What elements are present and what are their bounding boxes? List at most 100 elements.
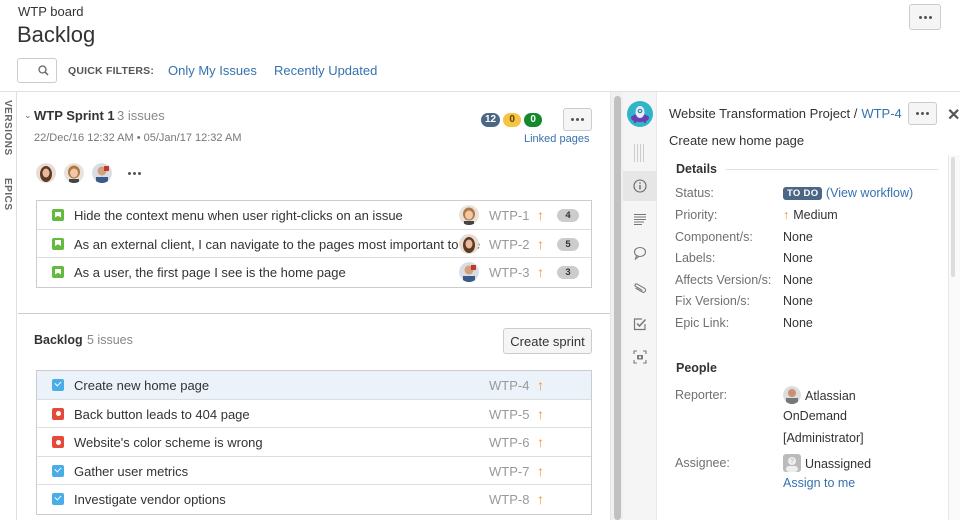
issue-key[interactable]: WTP-6 xyxy=(489,435,529,450)
issue-title[interactable]: Create new home page xyxy=(669,133,804,148)
issue-row[interactable]: Investigate vendor options WTP-8 ↑ xyxy=(37,485,591,514)
search-input[interactable] xyxy=(17,58,57,83)
breadcrumb: Website Transformation Project / WTP-4 xyxy=(669,106,902,121)
issue-row[interactable]: Gather user metrics WTP-7 ↑ xyxy=(37,456,591,485)
chevron-down-icon[interactable]: ⌄ xyxy=(24,110,32,121)
issue-summary: As a user, the first page I see is the h… xyxy=(74,265,346,280)
comments-tab[interactable] xyxy=(623,238,657,268)
priority-medium-icon: ↑ xyxy=(537,207,544,223)
issue-key[interactable]: WTP-8 xyxy=(489,492,529,507)
avatar xyxy=(459,262,479,282)
issue-row[interactable]: As a user, the first page I see is the h… xyxy=(37,258,591,287)
attachments-tab[interactable] xyxy=(623,274,657,304)
badge-in-progress: 0 xyxy=(503,113,522,127)
quick-filters-label: QUICK FILTERS: xyxy=(68,65,155,77)
more-icon xyxy=(918,15,932,19)
priority-medium-icon: ↑ xyxy=(537,462,544,479)
screenshot-tab[interactable] xyxy=(623,342,657,372)
unassigned-avatar-icon: ? xyxy=(783,454,801,472)
board-more-button[interactable] xyxy=(909,4,941,30)
detail-nav-rail xyxy=(623,92,657,520)
page-title: Backlog xyxy=(17,22,96,47)
issue-summary: As an external client, I can navigate to… xyxy=(74,236,481,252)
issue-key[interactable]: WTP-5 xyxy=(489,407,529,422)
issue-key[interactable]: WTP-2 xyxy=(489,237,529,252)
avatar[interactable] xyxy=(36,163,56,183)
issue-key[interactable]: WTP-7 xyxy=(489,464,529,479)
details-heading: Details xyxy=(676,162,717,176)
issue-key[interactable]: WTP-3 xyxy=(489,265,529,280)
component-value[interactable]: None xyxy=(783,230,813,244)
bug-icon xyxy=(52,407,64,420)
backlog-scrollbar[interactable] xyxy=(610,92,623,520)
details-tab[interactable] xyxy=(623,171,657,201)
side-tabs: VERSIONS EPICS xyxy=(0,92,17,520)
component-label: Component/s: xyxy=(675,230,753,244)
labels-label: Labels: xyxy=(675,251,716,265)
affects-version-value[interactable]: None xyxy=(783,273,813,287)
search-icon xyxy=(38,65,49,76)
filter-recently-updated[interactable]: Recently Updated xyxy=(274,63,377,78)
avatar[interactable] xyxy=(64,163,84,183)
issue-row[interactable]: Hide the context menu when user right-cl… xyxy=(37,201,591,230)
epic-link-label: Epic Link: xyxy=(675,316,730,330)
priority-medium-icon: ↑ xyxy=(537,434,544,450)
backlog-issue-count: 5 issues xyxy=(87,333,133,347)
task-icon xyxy=(52,464,64,477)
close-icon[interactable]: ✕ xyxy=(947,105,960,125)
subtasks-tab[interactable] xyxy=(623,309,657,339)
status-label: Status: xyxy=(675,186,714,200)
sprint-assignees xyxy=(36,163,141,183)
issue-row[interactable]: Website's color scheme is wrong WTP-6 ↑ xyxy=(37,428,591,457)
drag-handle-icon[interactable] xyxy=(634,144,644,162)
scrollbar-thumb[interactable] xyxy=(614,96,621,520)
linked-pages-link[interactable]: Linked pages xyxy=(524,133,589,145)
detail-scrollbar[interactable] xyxy=(948,155,960,520)
people-heading: People xyxy=(676,361,717,375)
issue-summary: Website's color scheme is wrong xyxy=(74,435,263,450)
view-workflow-link[interactable]: (View workflow) xyxy=(826,186,913,200)
description-tab[interactable] xyxy=(623,204,657,234)
avatar[interactable] xyxy=(92,163,112,183)
priority-value[interactable]: ↑ Medium xyxy=(783,208,838,222)
badge-done: 0 xyxy=(524,113,543,127)
create-sprint-button[interactable]: Create sprint xyxy=(503,328,592,354)
issue-row[interactable]: As an external client, I can navigate to… xyxy=(37,229,591,258)
filter-only-my-issues[interactable]: Only My Issues xyxy=(168,63,257,78)
fix-version-value[interactable]: None xyxy=(783,294,813,308)
reporter-value-line2: OnDemand xyxy=(783,409,847,423)
status-lozenge[interactable]: TO DO xyxy=(783,187,823,200)
checkbox-icon xyxy=(633,318,647,331)
labels-value[interactable]: None xyxy=(783,251,813,265)
bug-icon xyxy=(52,436,64,448)
story-points: 4 xyxy=(557,209,579,222)
issue-key[interactable]: WTP-4 xyxy=(489,378,529,393)
priority-medium-icon: ↑ xyxy=(537,235,544,252)
priority-label: Priority: xyxy=(675,208,718,222)
issue-row[interactable]: Create new home page WTP-4 ↑ xyxy=(37,371,591,400)
more-assignees-icon[interactable] xyxy=(128,171,141,175)
sprint-more-button[interactable] xyxy=(563,108,592,131)
sprint-name[interactable]: WTP Sprint 1 xyxy=(34,108,115,123)
issue-key-link[interactable]: WTP-4 xyxy=(861,106,901,121)
task-icon xyxy=(52,379,64,391)
tab-versions[interactable]: VERSIONS xyxy=(2,100,13,156)
issue-more-button[interactable] xyxy=(908,102,937,125)
story-points: 5 xyxy=(557,237,579,251)
assign-to-me-link[interactable]: Assign to me xyxy=(783,476,855,490)
more-icon xyxy=(571,118,584,121)
avatar xyxy=(783,386,801,404)
epic-link-value[interactable]: None xyxy=(783,316,813,330)
assignee-value[interactable]: ? Unassigned xyxy=(783,454,871,472)
divider xyxy=(726,169,938,170)
issue-key[interactable]: WTP-1 xyxy=(489,208,529,223)
scrollbar-thumb[interactable] xyxy=(951,157,955,277)
reporter-label: Reporter: xyxy=(675,388,728,402)
issue-row[interactable]: Back button leads to 404 page WTP-5 ↑ xyxy=(37,399,591,428)
backlog-issue-list: Create new home page WTP-4 ↑ Back button… xyxy=(36,370,592,515)
reporter-value[interactable]: Atlassian xyxy=(783,386,856,404)
task-icon xyxy=(52,493,64,505)
issue-detail-pane: Website Transformation Project / WTP-4 ✕ … xyxy=(658,92,960,520)
tab-epics[interactable]: EPICS xyxy=(2,178,13,211)
project-name[interactable]: Website Transformation Project / xyxy=(669,106,857,121)
